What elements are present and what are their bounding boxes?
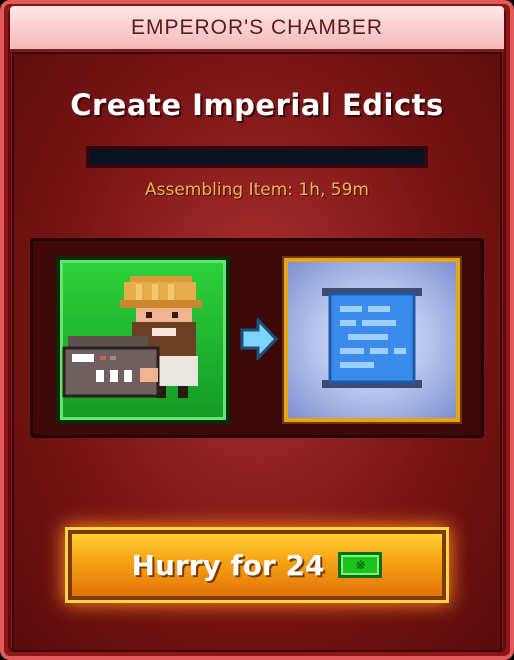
hurry-button[interactable]: Hurry for 24 ※ [68, 530, 446, 600]
input-slot[interactable] [56, 256, 230, 424]
assembly-status: Assembling Item: 1h, 59m [145, 180, 369, 200]
scroll-document-icon [322, 288, 422, 388]
window-title: EMPEROR'S CHAMBER [130, 15, 384, 39]
output-slot[interactable] [284, 258, 460, 422]
task-heading: Create Imperial Edicts [70, 88, 444, 122]
bux-icon: ※ [338, 552, 383, 578]
bitizen-with-typewriter-icon [62, 276, 202, 398]
arrow-right-icon [240, 318, 278, 360]
hurry-label: Hurry for 24 [131, 548, 325, 582]
progress-bar [86, 146, 428, 168]
title-bar: EMPEROR'S CHAMBER [10, 6, 504, 52]
